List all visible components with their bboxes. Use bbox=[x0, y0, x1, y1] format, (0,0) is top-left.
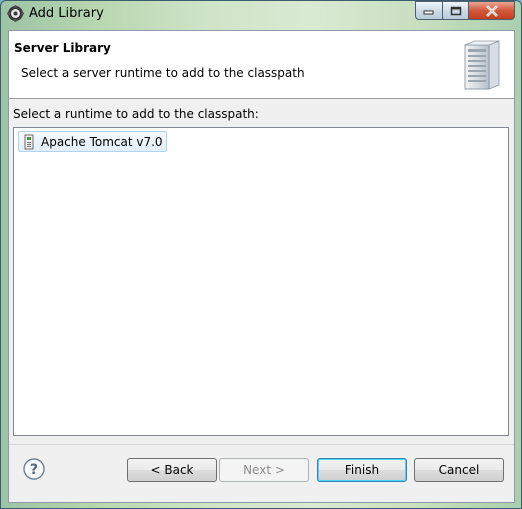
dialog-client-area: Server Library Select a server runtime t… bbox=[8, 30, 515, 503]
runtime-item-label: Apache Tomcat v7.0 bbox=[41, 134, 163, 149]
maximize-icon bbox=[450, 6, 461, 15]
wizard-page-title: Server Library bbox=[14, 41, 111, 55]
eclipse-app-icon bbox=[7, 5, 24, 22]
window-title: Add Library bbox=[29, 6, 104, 21]
runtime-list[interactable]: Apache Tomcat v7.0 bbox=[13, 127, 509, 436]
minimize-icon bbox=[423, 10, 434, 14]
back-button[interactable]: < Back bbox=[127, 458, 217, 482]
cancel-button[interactable]: Cancel bbox=[414, 458, 504, 482]
wizard-banner: Server Library Select a server runtime t… bbox=[9, 31, 514, 99]
minimize-button[interactable] bbox=[415, 1, 443, 20]
help-icon[interactable]: ? bbox=[23, 458, 45, 480]
close-icon bbox=[485, 4, 498, 17]
title-bar[interactable]: Add Library bbox=[1, 1, 521, 27]
next-button[interactable]: Next > bbox=[219, 458, 309, 482]
svg-text:?: ? bbox=[30, 462, 38, 478]
runtime-list-item-apache-tomcat-v7[interactable]: Apache Tomcat v7.0 bbox=[18, 131, 167, 152]
button-bar-separator bbox=[9, 444, 514, 445]
close-button[interactable] bbox=[468, 1, 515, 20]
wizard-page-description: Select a server runtime to add to the cl… bbox=[21, 66, 305, 80]
maximize-button[interactable] bbox=[442, 1, 469, 20]
server-icon bbox=[464, 40, 500, 90]
finish-button[interactable]: Finish bbox=[317, 458, 407, 482]
tomcat-server-icon bbox=[24, 134, 34, 149]
runtime-list-label: Select a runtime to add to the classpath… bbox=[13, 107, 259, 121]
add-library-window: Add Library Server Library Select a serv… bbox=[0, 0, 522, 509]
